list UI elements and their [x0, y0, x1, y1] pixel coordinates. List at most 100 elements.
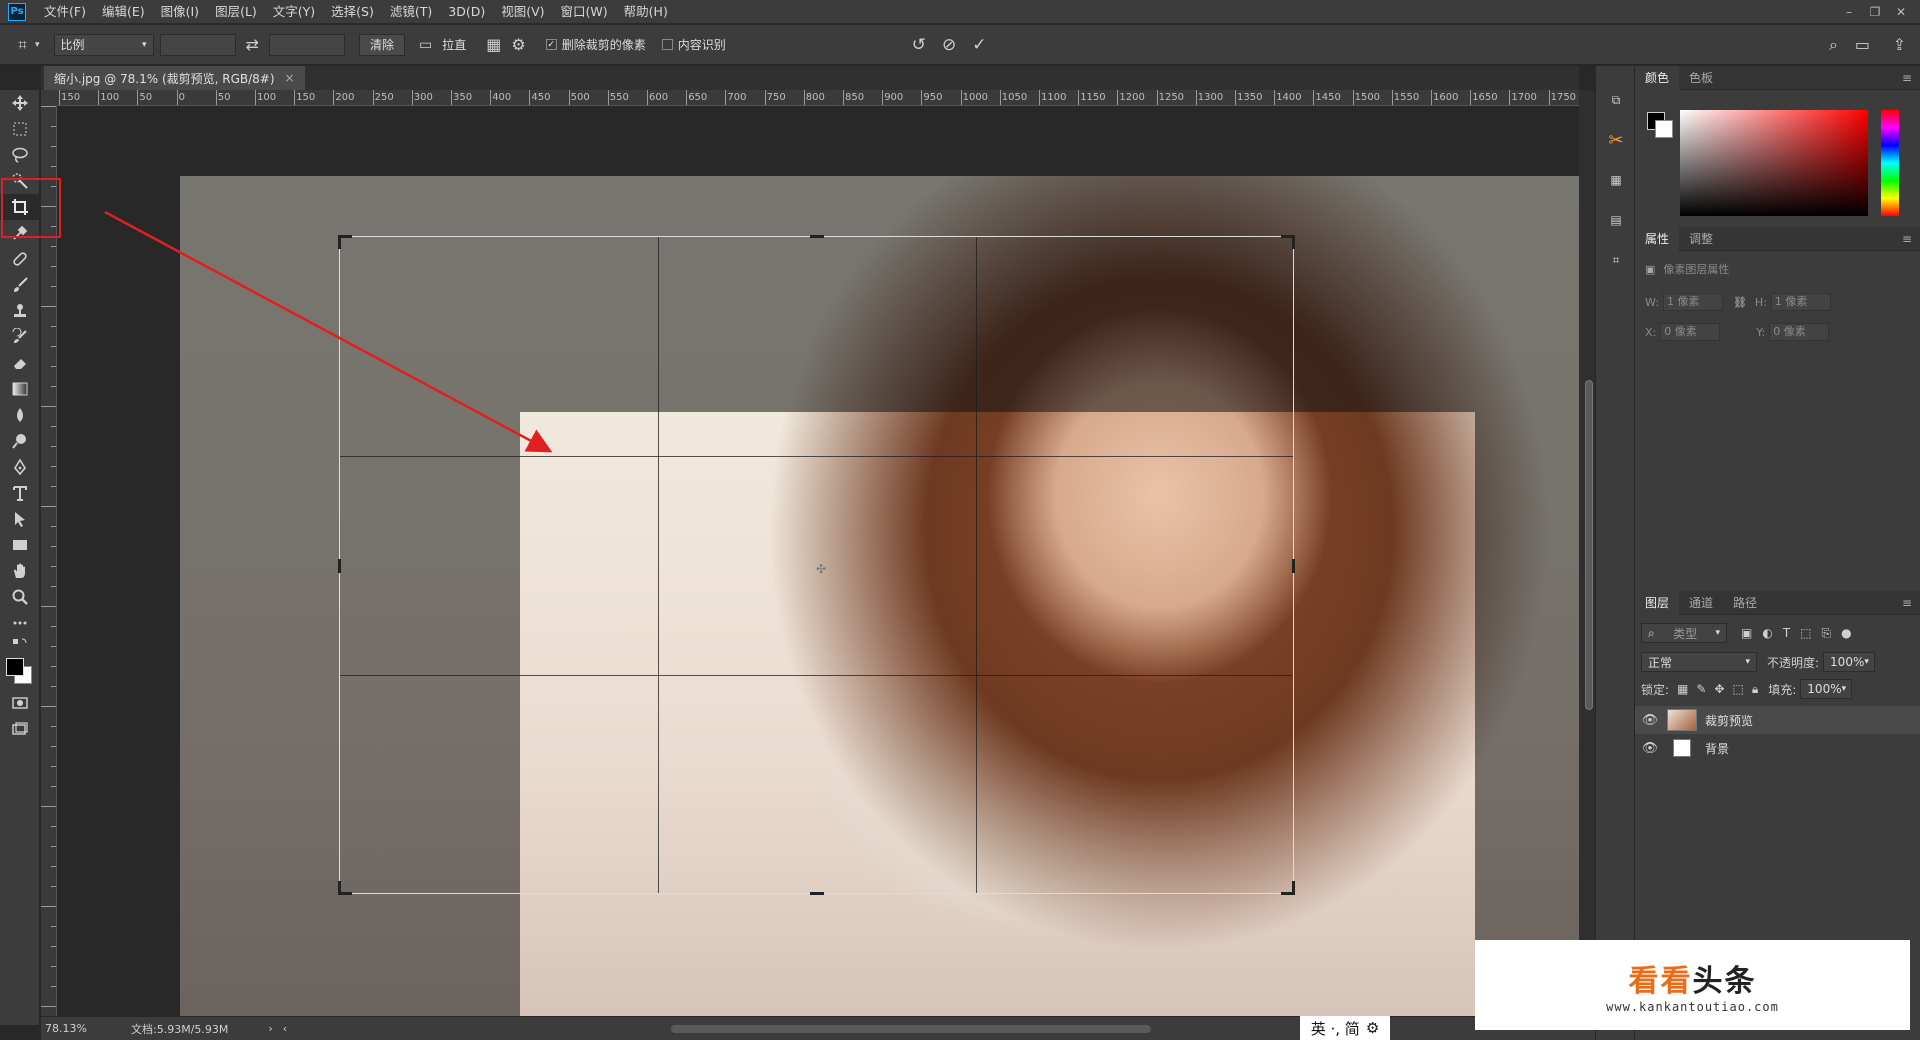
blur-tool-icon[interactable]: [0, 402, 40, 428]
height-field[interactable]: 1 像素: [1770, 293, 1831, 311]
quick-mask-icon[interactable]: [0, 690, 40, 716]
swatches-grid-icon[interactable]: ▦: [1596, 160, 1636, 200]
move-tool-icon[interactable]: [0, 90, 40, 116]
gear-icon[interactable]: ⚙: [1366, 1019, 1379, 1037]
horizontal-scroll-thumb[interactable]: [671, 1025, 1151, 1033]
menu-view[interactable]: 视图(V): [493, 0, 552, 24]
menu-type[interactable]: 文字(Y): [265, 0, 323, 24]
grid-overlay-icon[interactable]: ▦: [486, 35, 501, 54]
dodge-tool-icon[interactable]: [0, 428, 40, 454]
clear-button[interactable]: 清除: [358, 33, 405, 56]
filter-adjustment-icon[interactable]: ◐: [1762, 626, 1772, 640]
crop-handle-left[interactable]: [338, 559, 341, 573]
eye-icon[interactable]: 👁︎: [1635, 741, 1665, 756]
hue-slider[interactable]: [1881, 110, 1899, 216]
scroll-thumb[interactable]: [1585, 380, 1593, 710]
crop-handle-bottom-right-v[interactable]: [1292, 881, 1295, 895]
crop-tool-preset-icon[interactable]: ⌗: [18, 35, 27, 55]
type-tool-icon[interactable]: [0, 480, 40, 506]
screen-mode-icon[interactable]: [0, 716, 40, 742]
filter-type-icon[interactable]: T: [1783, 626, 1790, 640]
document-tab[interactable]: 缩小.jpg @ 78.1% (裁剪预览, RGB/8#) ×: [44, 66, 305, 90]
menu-select[interactable]: 选择(S): [323, 0, 382, 24]
panel-menu-icon[interactable]: ≡: [1902, 66, 1912, 90]
crop-handle-top-right-v[interactable]: [1292, 235, 1295, 249]
menu-window[interactable]: 窗口(W): [553, 0, 616, 24]
delete-cropped-checkbox[interactable]: ✓ 删除裁剪的像素: [545, 36, 646, 53]
filter-smart-object-icon[interactable]: ⎘: [1822, 626, 1832, 641]
link-icon[interactable]: ⛓: [1733, 296, 1747, 309]
ime-indicator[interactable]: 英 ·, 简 ⚙: [1300, 1016, 1390, 1040]
eye-icon[interactable]: 👁︎: [1635, 713, 1665, 728]
background-color-swatch[interactable]: [1655, 120, 1673, 138]
layer-row-background[interactable]: 👁︎ 背景: [1635, 734, 1920, 762]
filter-pixel-icon[interactable]: ▣: [1741, 626, 1752, 640]
share-icon[interactable]: ⇪: [1893, 35, 1906, 54]
commit-check-icon[interactable]: ✓: [972, 35, 986, 55]
filter-toggle-icon[interactable]: ●: [1841, 626, 1851, 640]
ratio-width-input[interactable]: [159, 33, 236, 56]
lock-artboard-icon[interactable]: ⬚: [1733, 682, 1744, 696]
lock-transparent-icon[interactable]: ▦: [1677, 682, 1688, 696]
cancel-icon[interactable]: ⊘: [942, 35, 956, 55]
menu-image[interactable]: 图像(I): [153, 0, 207, 24]
document-size[interactable]: 文档:5.93M/5.93M: [131, 1021, 228, 1037]
tools-presets-icon[interactable]: ✂: [1596, 120, 1636, 160]
path-select-tool-icon[interactable]: [0, 506, 40, 532]
ps-logo-icon[interactable]: Ps: [8, 2, 26, 21]
opacity-field[interactable]: 100% ▾: [1823, 652, 1876, 672]
ratio-height-input[interactable]: [268, 33, 345, 56]
reset-icon[interactable]: ↺: [912, 35, 926, 55]
close-tab-icon[interactable]: ×: [285, 71, 295, 85]
minimize-icon[interactable]: –: [1836, 5, 1862, 19]
healing-brush-tool-icon[interactable]: [0, 246, 40, 272]
crop-handle-right[interactable]: [1292, 559, 1295, 573]
foreground-color-swatch[interactable]: [6, 658, 24, 676]
tab-layers[interactable]: 图层: [1635, 590, 1680, 615]
lock-brush-icon[interactable]: ✎: [1696, 682, 1706, 696]
vertical-scrollbar[interactable]: [1579, 90, 1595, 1016]
tab-properties[interactable]: 属性: [1635, 226, 1680, 251]
rectangle-tool-icon[interactable]: [0, 532, 40, 558]
color-swatches[interactable]: [0, 654, 40, 690]
tab-color[interactable]: 颜色: [1635, 65, 1680, 90]
x-field[interactable]: 0 像素: [1660, 323, 1721, 341]
menu-edit[interactable]: 编辑(E): [94, 0, 153, 24]
straighten-button[interactable]: 拉直: [442, 36, 466, 53]
libraries-icon[interactable]: ▤: [1596, 200, 1636, 240]
gradient-tool-icon[interactable]: [0, 376, 40, 402]
menu-help[interactable]: 帮助(H): [616, 0, 676, 24]
fill-field[interactable]: 100% ▾: [1800, 679, 1853, 699]
ratio-select[interactable]: 比例 ▾: [53, 33, 154, 56]
menu-3d[interactable]: 3D(D): [440, 0, 493, 24]
crop-panel-icon[interactable]: ⌗: [1596, 240, 1636, 280]
layer-filter-select[interactable]: ⌕ 类型 ▾: [1641, 623, 1727, 643]
crop-handle-top-left-v[interactable]: [338, 235, 341, 249]
color-picker-field[interactable]: [1680, 110, 1868, 216]
crop-handle-bottom-left-v[interactable]: [338, 881, 341, 895]
crop-tool-icon[interactable]: [0, 194, 40, 220]
crop-box[interactable]: ✣: [338, 235, 1295, 895]
content-aware-checkbox[interactable]: 内容识别: [661, 36, 726, 53]
eyedropper-tool-icon[interactable]: [0, 220, 40, 246]
menu-file[interactable]: 文件(F): [36, 0, 94, 24]
more-tools-icon[interactable]: [0, 610, 40, 636]
y-field[interactable]: 0 像素: [1769, 323, 1830, 341]
filter-shape-icon[interactable]: ⬚: [1800, 626, 1811, 640]
blend-mode-select[interactable]: 正常 ▾: [1641, 652, 1757, 672]
hand-tool-icon[interactable]: [0, 558, 40, 584]
swap-colors-icon[interactable]: [0, 636, 40, 654]
stamp-tool-icon[interactable]: [0, 298, 40, 324]
crop-handle-bottom[interactable]: [810, 892, 824, 895]
restore-icon[interactable]: ❐: [1862, 5, 1888, 19]
marquee-tool-icon[interactable]: [0, 116, 40, 142]
lock-all-icon[interactable]: 🔒︎: [1752, 682, 1758, 697]
history-brush-tool-icon[interactable]: [0, 324, 40, 350]
zoom-tool-icon[interactable]: [0, 584, 40, 610]
history-panel-icon[interactable]: ⧉: [1596, 80, 1636, 120]
menu-filter[interactable]: 滤镜(T): [382, 0, 440, 24]
panel-menu-icon[interactable]: ≡: [1902, 227, 1912, 251]
close-window-icon[interactable]: ✕: [1888, 5, 1914, 19]
width-field[interactable]: 1 像素: [1662, 293, 1723, 311]
lasso-tool-icon[interactable]: [0, 142, 40, 168]
